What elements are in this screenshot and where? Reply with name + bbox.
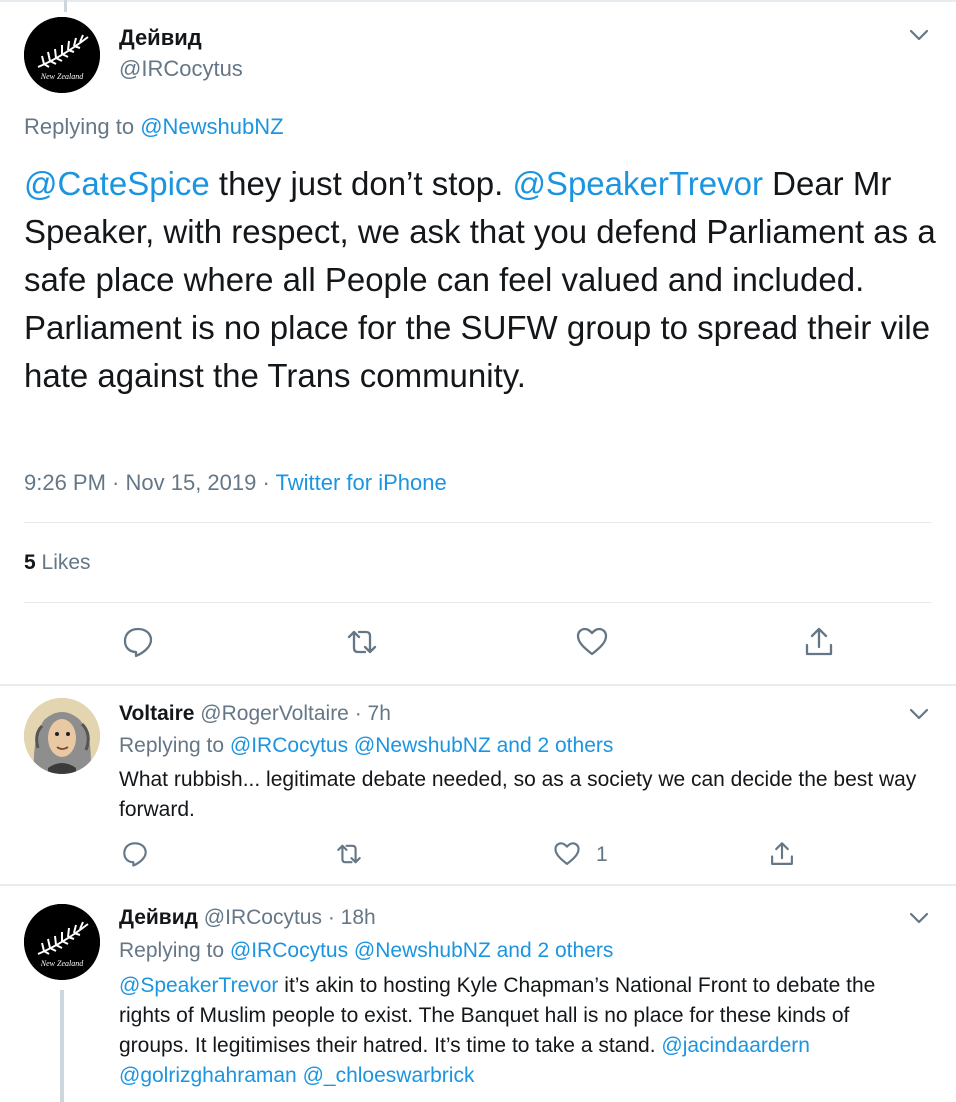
- reply-header: Voltaire @RogerVoltaire · 7h: [119, 702, 391, 726]
- chevron-down-icon[interactable]: [908, 907, 930, 929]
- silver-fern-icon: New Zealand: [24, 904, 100, 980]
- likes-stat[interactable]: 5 Likes: [24, 551, 91, 575]
- main-tweet: New Zealand Дейвид @IRCocytus Replying t…: [0, 0, 956, 685]
- retweet-icon[interactable]: [345, 625, 379, 659]
- reply-icon[interactable]: [121, 840, 149, 868]
- replying-prefix: Replying to: [119, 734, 230, 757]
- retweet-icon[interactable]: [335, 840, 363, 868]
- avatar[interactable]: New Zealand: [24, 904, 100, 980]
- reply-text: What rubbish... legitimate debate needed…: [119, 768, 917, 821]
- mention-link[interactable]: @CateSpice: [24, 165, 210, 202]
- author-handle[interactable]: @IRCocytus: [119, 56, 243, 82]
- avatar-caption: New Zealand: [40, 72, 84, 81]
- author-name[interactable]: Voltaire: [119, 702, 194, 725]
- reply-icon[interactable]: [121, 625, 155, 659]
- replying-prefix: Replying to: [119, 939, 230, 962]
- tweet-text: @CateSpice they just don’t stop. @Speake…: [24, 160, 936, 400]
- author-handle[interactable]: @RogerVoltaire · 7h: [194, 702, 391, 725]
- thread-line: [60, 990, 64, 1102]
- replying-to-link[interactable]: @NewshubNZ: [140, 114, 283, 139]
- like-count: 1: [596, 843, 608, 866]
- author-name[interactable]: Дейвид: [119, 25, 202, 51]
- replying-to-link[interactable]: @IRCocytus @NewshubNZ and 2 others: [230, 734, 613, 757]
- author-name[interactable]: Дейвид: [119, 906, 198, 929]
- share-icon[interactable]: [802, 625, 836, 659]
- replying-prefix: Replying to: [24, 114, 141, 139]
- likes-label: Likes: [35, 551, 91, 574]
- avatar[interactable]: New Zealand: [24, 17, 100, 93]
- like-icon[interactable]: [553, 840, 581, 868]
- author-handle[interactable]: @IRCocytus · 18h: [198, 906, 376, 929]
- source-link[interactable]: Twitter for iPhone: [276, 470, 447, 495]
- avatar-caption: New Zealand: [40, 959, 84, 968]
- replying-to: Replying to @IRCocytus @NewshubNZ and 2 …: [119, 939, 613, 963]
- mention-link[interactable]: @SpeakerTrevor: [512, 165, 763, 202]
- divider: [24, 602, 932, 603]
- reply-header: Дейвид @IRCocytus · 18h: [119, 906, 376, 930]
- silver-fern-icon: New Zealand: [24, 17, 100, 93]
- replying-to-link[interactable]: @IRCocytus @NewshubNZ and 2 others: [230, 939, 613, 962]
- timestamp[interactable]: 9:26 PM · Nov 15, 2019 ·: [24, 470, 276, 495]
- chevron-down-icon[interactable]: [908, 703, 930, 725]
- chevron-down-icon[interactable]: [908, 24, 930, 46]
- likes-count: 5: [24, 551, 36, 574]
- separator: [0, 884, 956, 886]
- portrait-avatar-icon: [24, 698, 100, 774]
- reply-text: @SpeakerTrevor it’s akin to hosting Kyle…: [119, 971, 919, 1091]
- like-icon[interactable]: [575, 625, 609, 659]
- replying-to: Replying to @IRCocytus @NewshubNZ and 2 …: [119, 734, 613, 758]
- divider: [24, 522, 932, 523]
- separator: [0, 684, 956, 686]
- mention-link[interactable]: @SpeakerTrevor: [119, 974, 278, 997]
- avatar[interactable]: [24, 698, 100, 774]
- tweet-meta: 9:26 PM · Nov 15, 2019 · Twitter for iPh…: [24, 470, 447, 496]
- tweet-text-part: they just don’t stop.: [209, 165, 513, 202]
- share-icon[interactable]: [768, 840, 796, 868]
- replying-to: Replying to @NewshubNZ: [24, 114, 284, 140]
